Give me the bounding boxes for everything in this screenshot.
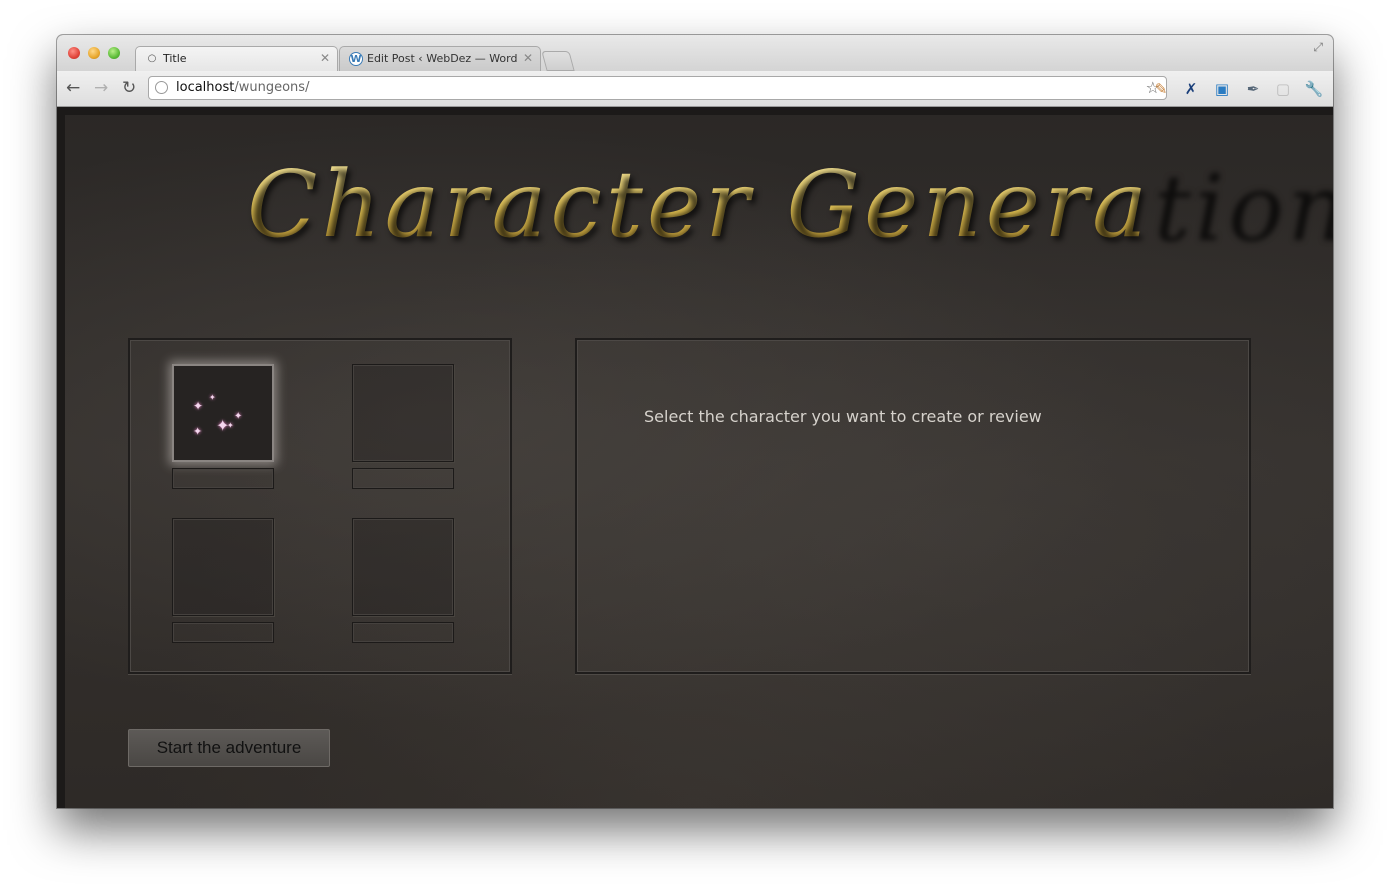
character-slot-3[interactable] [172, 518, 274, 616]
minimize-window-button[interactable] [88, 47, 100, 59]
sparkle-icon: ✦ [193, 425, 203, 438]
character-slot-4-name [352, 622, 454, 643]
wrench-icon[interactable]: 🔧 [1304, 79, 1324, 99]
character-slot-1-name [172, 468, 274, 489]
wordpress-icon: W [349, 52, 363, 66]
character-slot-2-name [352, 468, 454, 489]
character-slot-4[interactable] [352, 518, 454, 616]
sparkle-icon: ✦ [234, 411, 243, 422]
title-bar: ○ Title ✕ W Edit Post ‹ WebDez — WordP ✕… [57, 35, 1333, 71]
url-text: localhost/wungeons/ [176, 80, 309, 95]
x-icon[interactable]: ✗ [1181, 79, 1201, 99]
close-window-button[interactable] [68, 47, 80, 59]
sparkle-icon: ✦ [209, 393, 216, 402]
character-details-panel: Select the character you want to create … [575, 338, 1251, 674]
forward-arrow-icon[interactable]: → [94, 79, 108, 97]
maximize-window-button[interactable] [108, 47, 120, 59]
page-top-border [57, 107, 1333, 115]
new-tab-button[interactable] [541, 51, 575, 71]
address-bar[interactable]: localhost/wungeons/ ☆ [148, 76, 1167, 100]
browser-window: ○ Title ✕ W Edit Post ‹ WebDez — WordP ✕… [57, 35, 1333, 808]
start-adventure-button[interactable]: Start the adventure [128, 729, 330, 767]
close-tab-icon[interactable]: ✕ [320, 51, 330, 65]
fullscreen-icon[interactable]: ⤢ [1313, 40, 1323, 55]
sparkle-icon: ✦ [193, 399, 204, 413]
select-character-prompt: Select the character you want to create … [644, 407, 1042, 426]
tab-edit-post[interactable]: W Edit Post ‹ WebDez — WordP ✕ [339, 46, 541, 71]
browser-toolbar: ← → ↻ localhost/wungeons/ ☆ ✎ ✗ ▣ ✒ ▢ 🔧 [57, 71, 1333, 107]
character-slot-3-name [172, 622, 274, 643]
character-slot-1[interactable]: ✦ ✦ ✦ ✦ ✦ ✦ [172, 364, 274, 462]
url-host: localhost [176, 80, 235, 95]
notes-icon[interactable]: ✎ [1151, 79, 1171, 99]
globe-icon [155, 81, 168, 94]
character-slots-panel: ✦ ✦ ✦ ✦ ✦ ✦ [128, 338, 512, 674]
back-arrow-icon[interactable]: ← [66, 79, 80, 97]
character-slot-2[interactable] [352, 364, 454, 462]
tab-label: Title [163, 52, 187, 65]
globe-icon: ○ [147, 53, 157, 64]
page-title: Character Generation [247, 145, 1333, 265]
close-tab-icon[interactable]: ✕ [523, 51, 533, 65]
reload-icon[interactable]: ↻ [122, 79, 136, 97]
screen-icon[interactable]: ▣ [1212, 79, 1232, 99]
tab-label: Edit Post ‹ WebDez — WordP [367, 52, 517, 65]
url-path: /wungeons/ [234, 80, 310, 95]
tab-title[interactable]: ○ Title ✕ [135, 46, 338, 71]
window-icon[interactable]: ▢ [1273, 79, 1293, 99]
page-left-border [57, 107, 65, 808]
sparkle-icon: ✦ [227, 421, 234, 430]
page-content: Character Generation ✦ ✦ ✦ ✦ ✦ ✦ Select … [57, 107, 1333, 808]
eyedropper-icon[interactable]: ✒ [1243, 79, 1263, 99]
